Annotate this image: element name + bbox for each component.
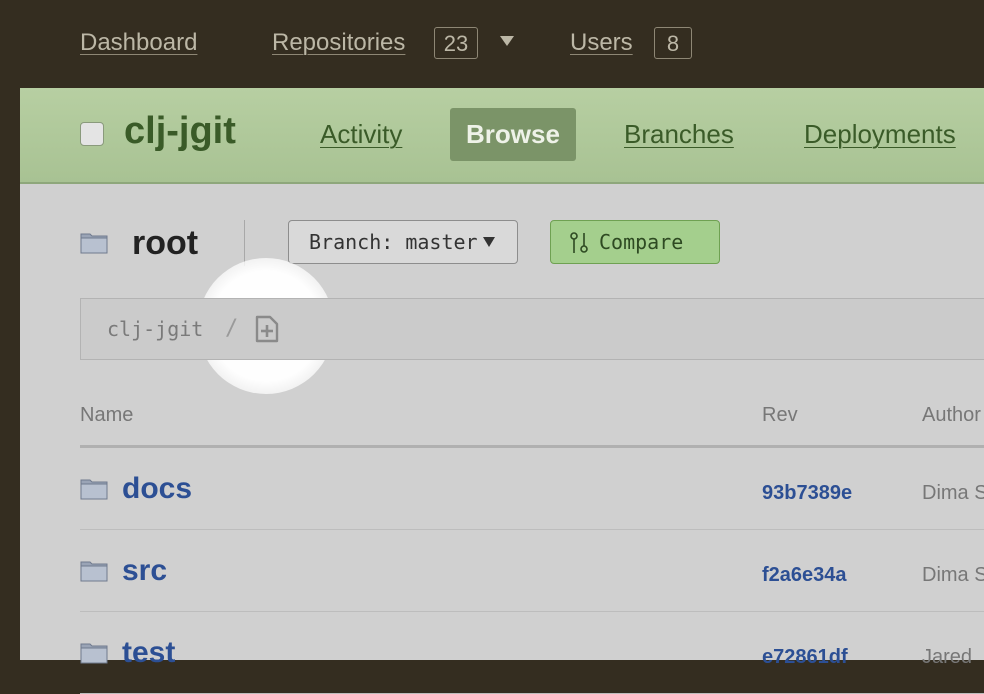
compare-button[interactable]: Compare — [550, 220, 720, 264]
table-row[interactable]: docs 93b7389e Dima S — [80, 448, 984, 530]
table-row[interactable]: test e72861df Jared — [80, 612, 984, 694]
top-navigation: Dashboard Repositories 23 Users 8 — [0, 0, 984, 88]
tab-deployments[interactable]: Deployments — [804, 119, 956, 150]
new-file-icon[interactable] — [255, 315, 279, 343]
branch-select-button[interactable]: Branch: master — [288, 220, 518, 264]
nav-dashboard-link[interactable]: Dashboard — [80, 29, 197, 57]
repo-select-checkbox[interactable] — [80, 122, 104, 146]
compare-icon — [570, 232, 588, 253]
revision-link[interactable]: f2a6e34a — [762, 564, 847, 587]
author-name: Dima S — [922, 482, 984, 504]
table-row[interactable]: src f2a6e34a Dima S — [80, 530, 984, 612]
compare-button-label: Compare — [599, 230, 684, 254]
revision-link[interactable]: 93b7389e — [762, 482, 852, 505]
page-title: root — [132, 224, 199, 262]
repo-header: clj-jgit Activity Browse Branches Deploy… — [20, 88, 984, 184]
nav-users-link[interactable]: Users — [570, 29, 633, 57]
folder-icon — [80, 561, 108, 582]
users-count-badge: 8 — [654, 27, 692, 59]
file-name-link[interactable]: src — [122, 554, 167, 588]
repo-name: clj-jgit — [124, 110, 236, 152]
breadcrumb-separator: / — [225, 316, 239, 341]
folder-icon — [80, 233, 108, 254]
revision-link[interactable]: e72861df — [762, 646, 848, 669]
branch-button-label: Branch: master — [309, 230, 478, 254]
dropdown-caret-icon — [483, 237, 495, 247]
divider — [244, 220, 245, 266]
file-name-link[interactable]: docs — [122, 472, 192, 506]
column-header-name[interactable]: Name — [80, 404, 133, 427]
author-name: Jared — [922, 646, 973, 668]
column-header-rev[interactable]: Rev — [762, 404, 798, 427]
author-name: Dima S — [922, 564, 984, 586]
repository-panel: clj-jgit Activity Browse Branches Deploy… — [20, 88, 984, 694]
nav-repositories-link[interactable]: Repositories — [272, 29, 405, 57]
file-name-link[interactable]: test — [122, 636, 175, 670]
breadcrumb: clj-jgit / — [80, 298, 984, 360]
folder-icon — [80, 643, 108, 664]
file-table-header: Name Rev Author — [80, 392, 984, 448]
tab-branches[interactable]: Branches — [624, 119, 734, 150]
column-header-author[interactable]: Author — [922, 404, 981, 427]
breadcrumb-repo-link[interactable]: clj-jgit — [107, 317, 203, 341]
tab-activity[interactable]: Activity — [320, 119, 402, 150]
browse-title-row: root Branch: master Compare — [20, 218, 984, 268]
folder-icon — [80, 479, 108, 500]
tab-browse[interactable]: Browse — [450, 108, 576, 161]
repositories-dropdown-icon[interactable] — [500, 36, 514, 46]
repositories-count-badge: 23 — [434, 27, 478, 59]
